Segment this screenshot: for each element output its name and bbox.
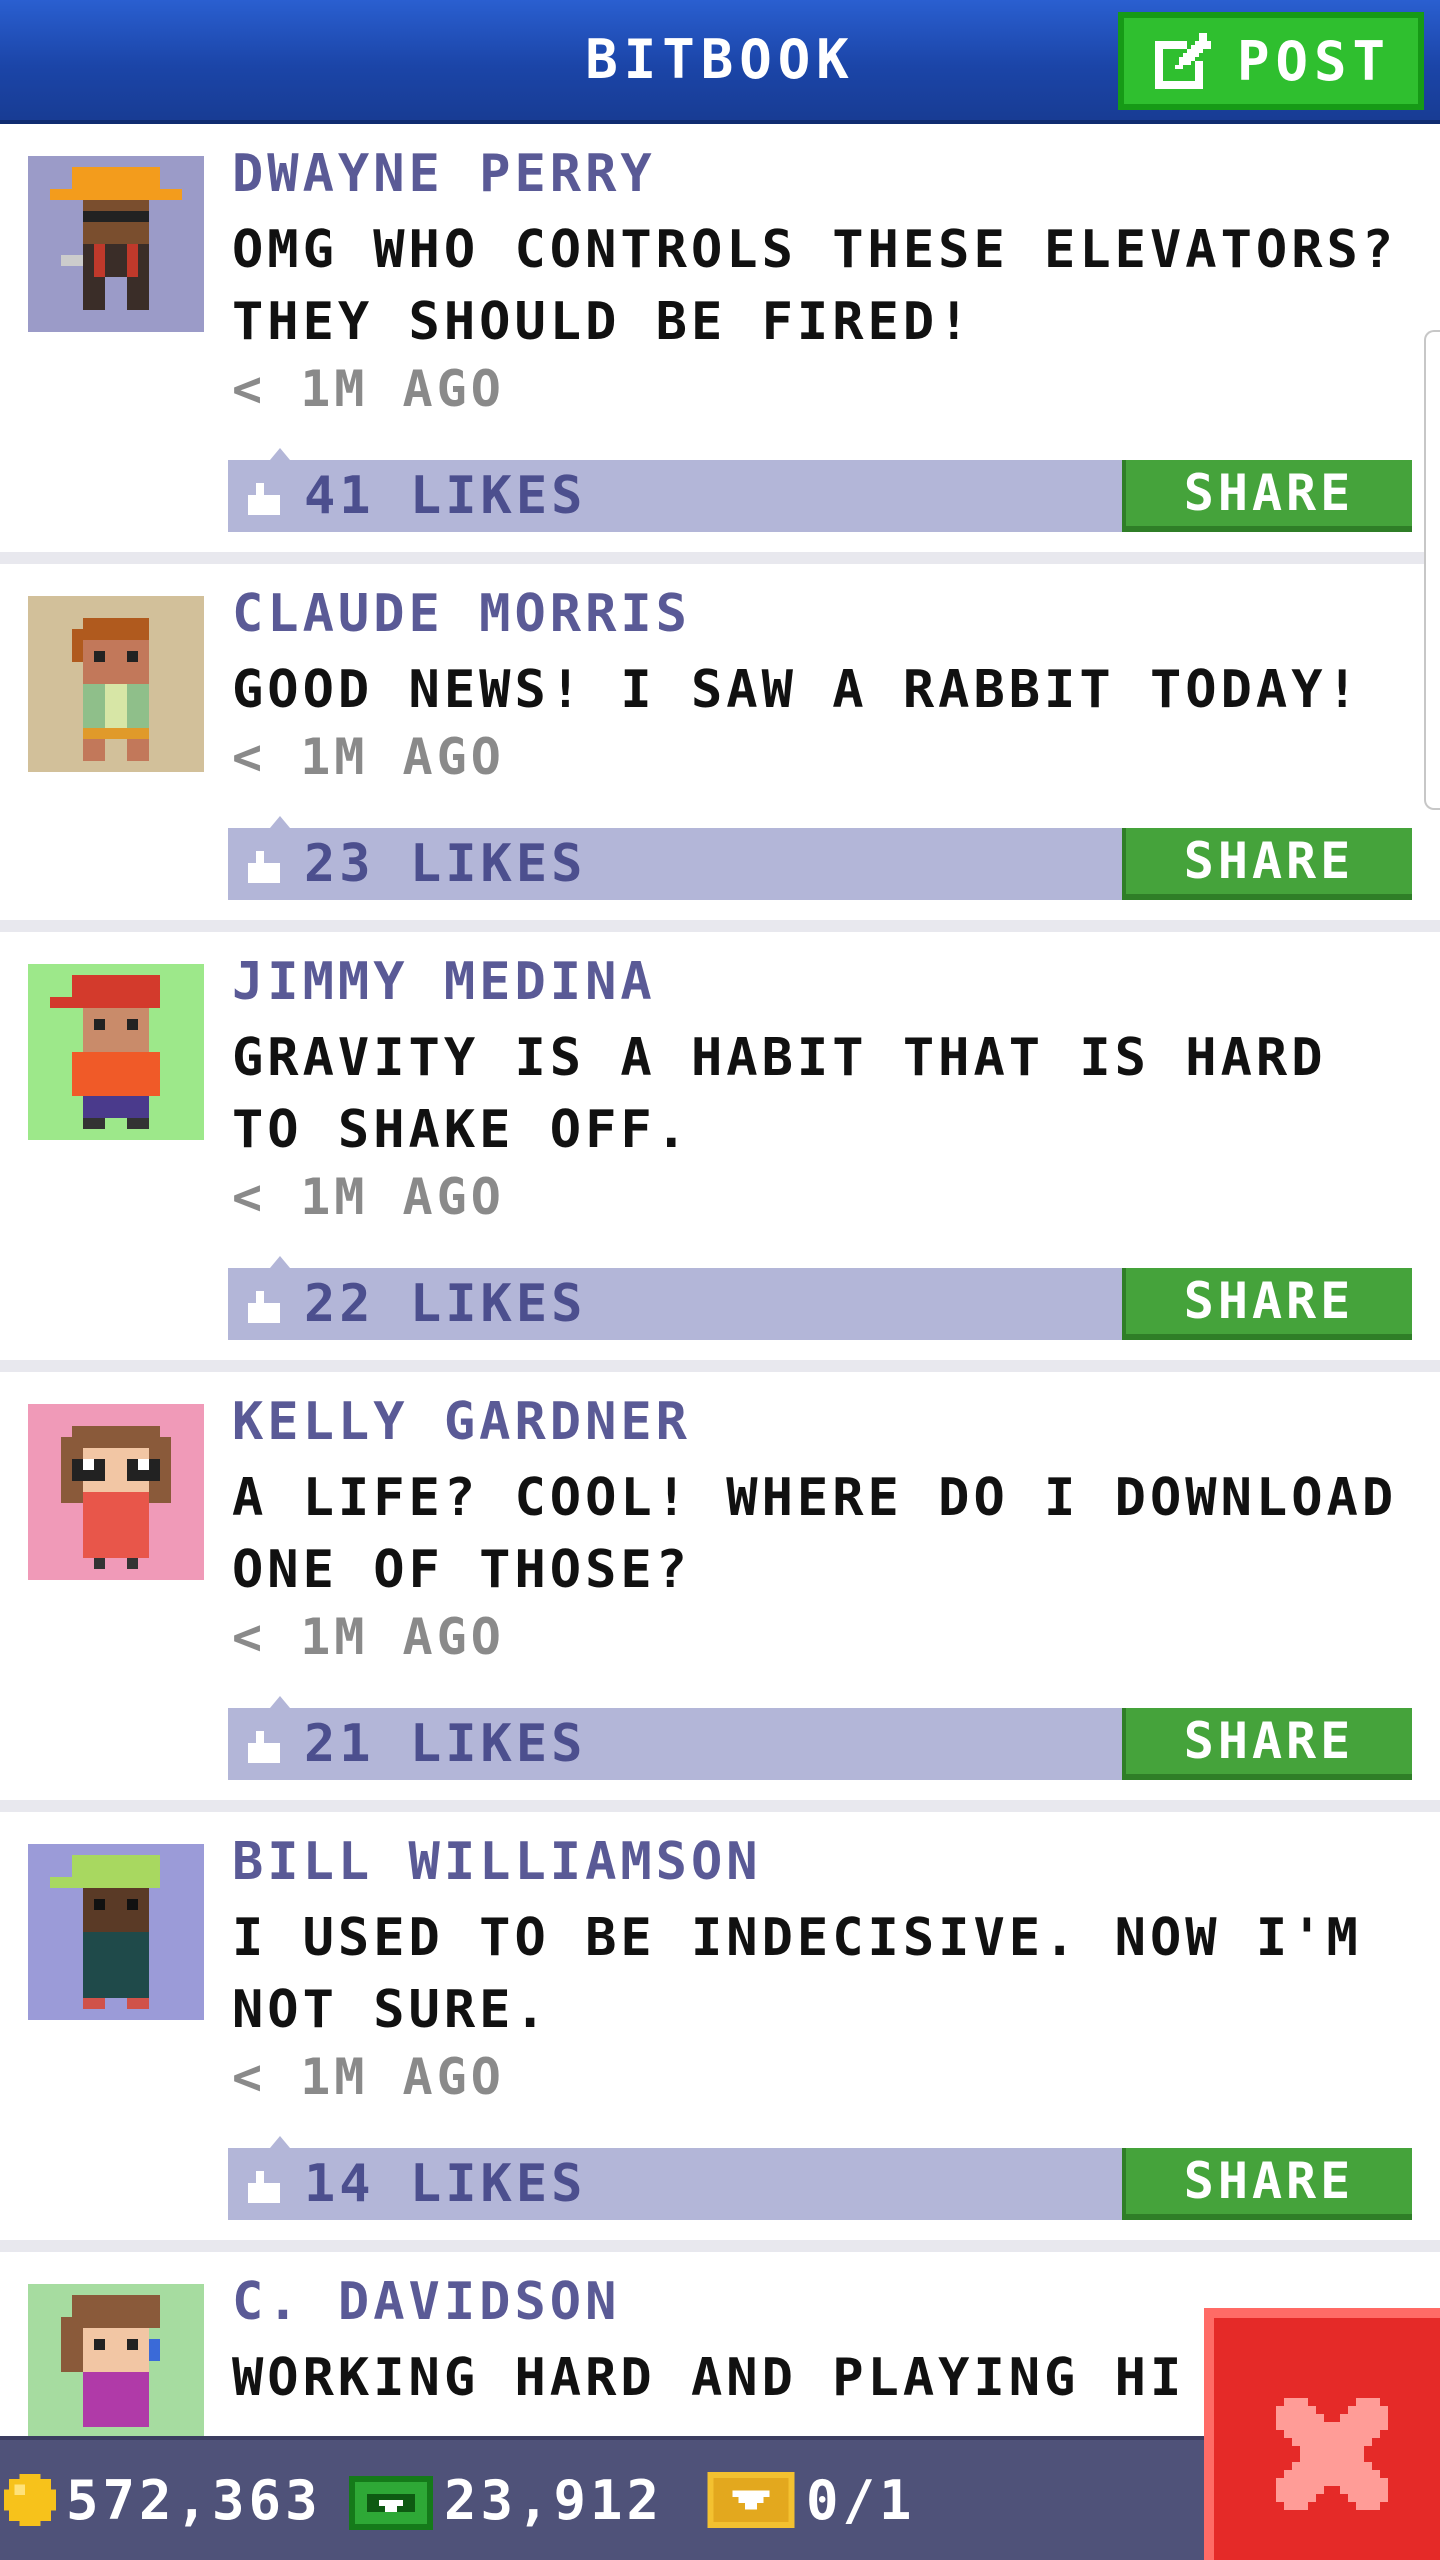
post-author[interactable]: CLAUDE MORRIS [232, 584, 691, 644]
post-item: KELLY GARDNER A LIFE? COOL! WHERE DO I D… [0, 1372, 1440, 1800]
post-author[interactable]: KELLY GARDNER [232, 1392, 691, 1452]
like-bar: 22 LIKES SHARE [228, 1256, 1412, 1340]
like-count: 41 LIKES [304, 466, 587, 526]
avatar [28, 1404, 204, 1580]
share-button[interactable]: SHARE [1122, 1268, 1412, 1340]
post-item: CLAUDE MORRIS GOOD NEWS! I SAW A RABBIT … [0, 564, 1440, 920]
share-button[interactable]: SHARE [1122, 460, 1412, 532]
like-count: 23 LIKES [304, 834, 587, 894]
post-author[interactable]: JIMMY MEDINA [232, 952, 656, 1012]
post-author[interactable]: BILL WILLIAMSON [232, 1832, 762, 1892]
header-bar: BITBOOK POST [0, 0, 1440, 124]
avatar [28, 2284, 204, 2436]
coins-counter: 572,363 [4, 2440, 322, 2560]
thumbs-up-icon[interactable] [244, 2170, 284, 2204]
like-bar: 23 LIKES SHARE [228, 816, 1412, 900]
avatar [28, 596, 204, 772]
like-bar: 41 LIKES SHARE [228, 448, 1412, 532]
share-button[interactable]: SHARE [1122, 1708, 1412, 1780]
share-button[interactable]: SHARE [1122, 828, 1412, 900]
post-timestamp: < 1M AGO [232, 1168, 505, 1226]
post-timestamp: < 1M AGO [232, 728, 505, 786]
post-message: A LIFE? COOL! WHERE DO I DOWNLOAD ONE OF… [232, 1468, 1398, 1600]
scroll-indicator[interactable] [1424, 330, 1440, 810]
thumbs-up-icon[interactable] [244, 1290, 284, 1324]
thumbs-up-icon[interactable] [244, 482, 284, 516]
like-count: 21 LIKES [304, 1714, 587, 1774]
tickets-value: 0/1 [806, 2468, 916, 2532]
like-bar: 21 LIKES SHARE [228, 1696, 1412, 1780]
avatar [28, 1844, 204, 2020]
bux-counter: 23,912 [348, 2440, 663, 2560]
bitbook-app: BITBOOK POST DWAYNE PERRY OMG WHO CONTRO… [0, 0, 1440, 2560]
post-author[interactable]: C. DAVIDSON [232, 2272, 620, 2332]
close-icon [1276, 2398, 1388, 2510]
post-message: GRAVITY IS A HABIT THAT IS HARD TO SHAKE… [232, 1028, 1327, 1160]
post-timestamp: < 1M AGO [232, 2048, 505, 2106]
like-bar: 14 LIKES SHARE [228, 2136, 1412, 2220]
like-count: 14 LIKES [304, 2154, 587, 2214]
post-item: JIMMY MEDINA GRAVITY IS A HABIT THAT IS … [0, 932, 1440, 1360]
post-timestamp: < 1M AGO [232, 360, 505, 418]
post-message: OMG WHO CONTROLS THESE ELEVATORS? THEY S… [232, 220, 1398, 352]
post-message: I USED TO BE INDECISIVE. NOW I'M NOT SUR… [232, 1908, 1362, 2040]
tickets-counter: 0/1 [706, 2440, 916, 2560]
avatar [28, 964, 204, 1140]
coin-icon [4, 2474, 56, 2526]
post-author[interactable]: DWAYNE PERRY [232, 144, 656, 204]
post-item: BILL WILLIAMSON I USED TO BE INDECISIVE.… [0, 1812, 1440, 2240]
post-timestamp: < 1M AGO [232, 1608, 505, 1666]
share-button[interactable]: SHARE [1122, 2148, 1412, 2220]
bux-icon [349, 2476, 433, 2530]
thumbs-up-icon[interactable] [244, 850, 284, 884]
bux-value: 23,912 [444, 2468, 664, 2532]
like-count: 22 LIKES [304, 1274, 587, 1334]
edit-icon [1154, 33, 1211, 89]
bitbook-feed[interactable]: DWAYNE PERRY OMG WHO CONTROLS THESE ELEV… [0, 124, 1440, 2436]
thumbs-up-icon[interactable] [244, 1730, 284, 1764]
post-item: DWAYNE PERRY OMG WHO CONTROLS THESE ELEV… [0, 124, 1440, 552]
ticket-icon [707, 2472, 795, 2528]
post-button[interactable]: POST [1118, 12, 1424, 110]
avatar [28, 156, 204, 332]
coins-value: 572,363 [66, 2468, 322, 2532]
post-button-label: POST [1236, 29, 1392, 93]
close-button[interactable] [1204, 2308, 1440, 2560]
post-message: GOOD NEWS! I SAW A RABBIT TODAY! [232, 660, 1362, 720]
